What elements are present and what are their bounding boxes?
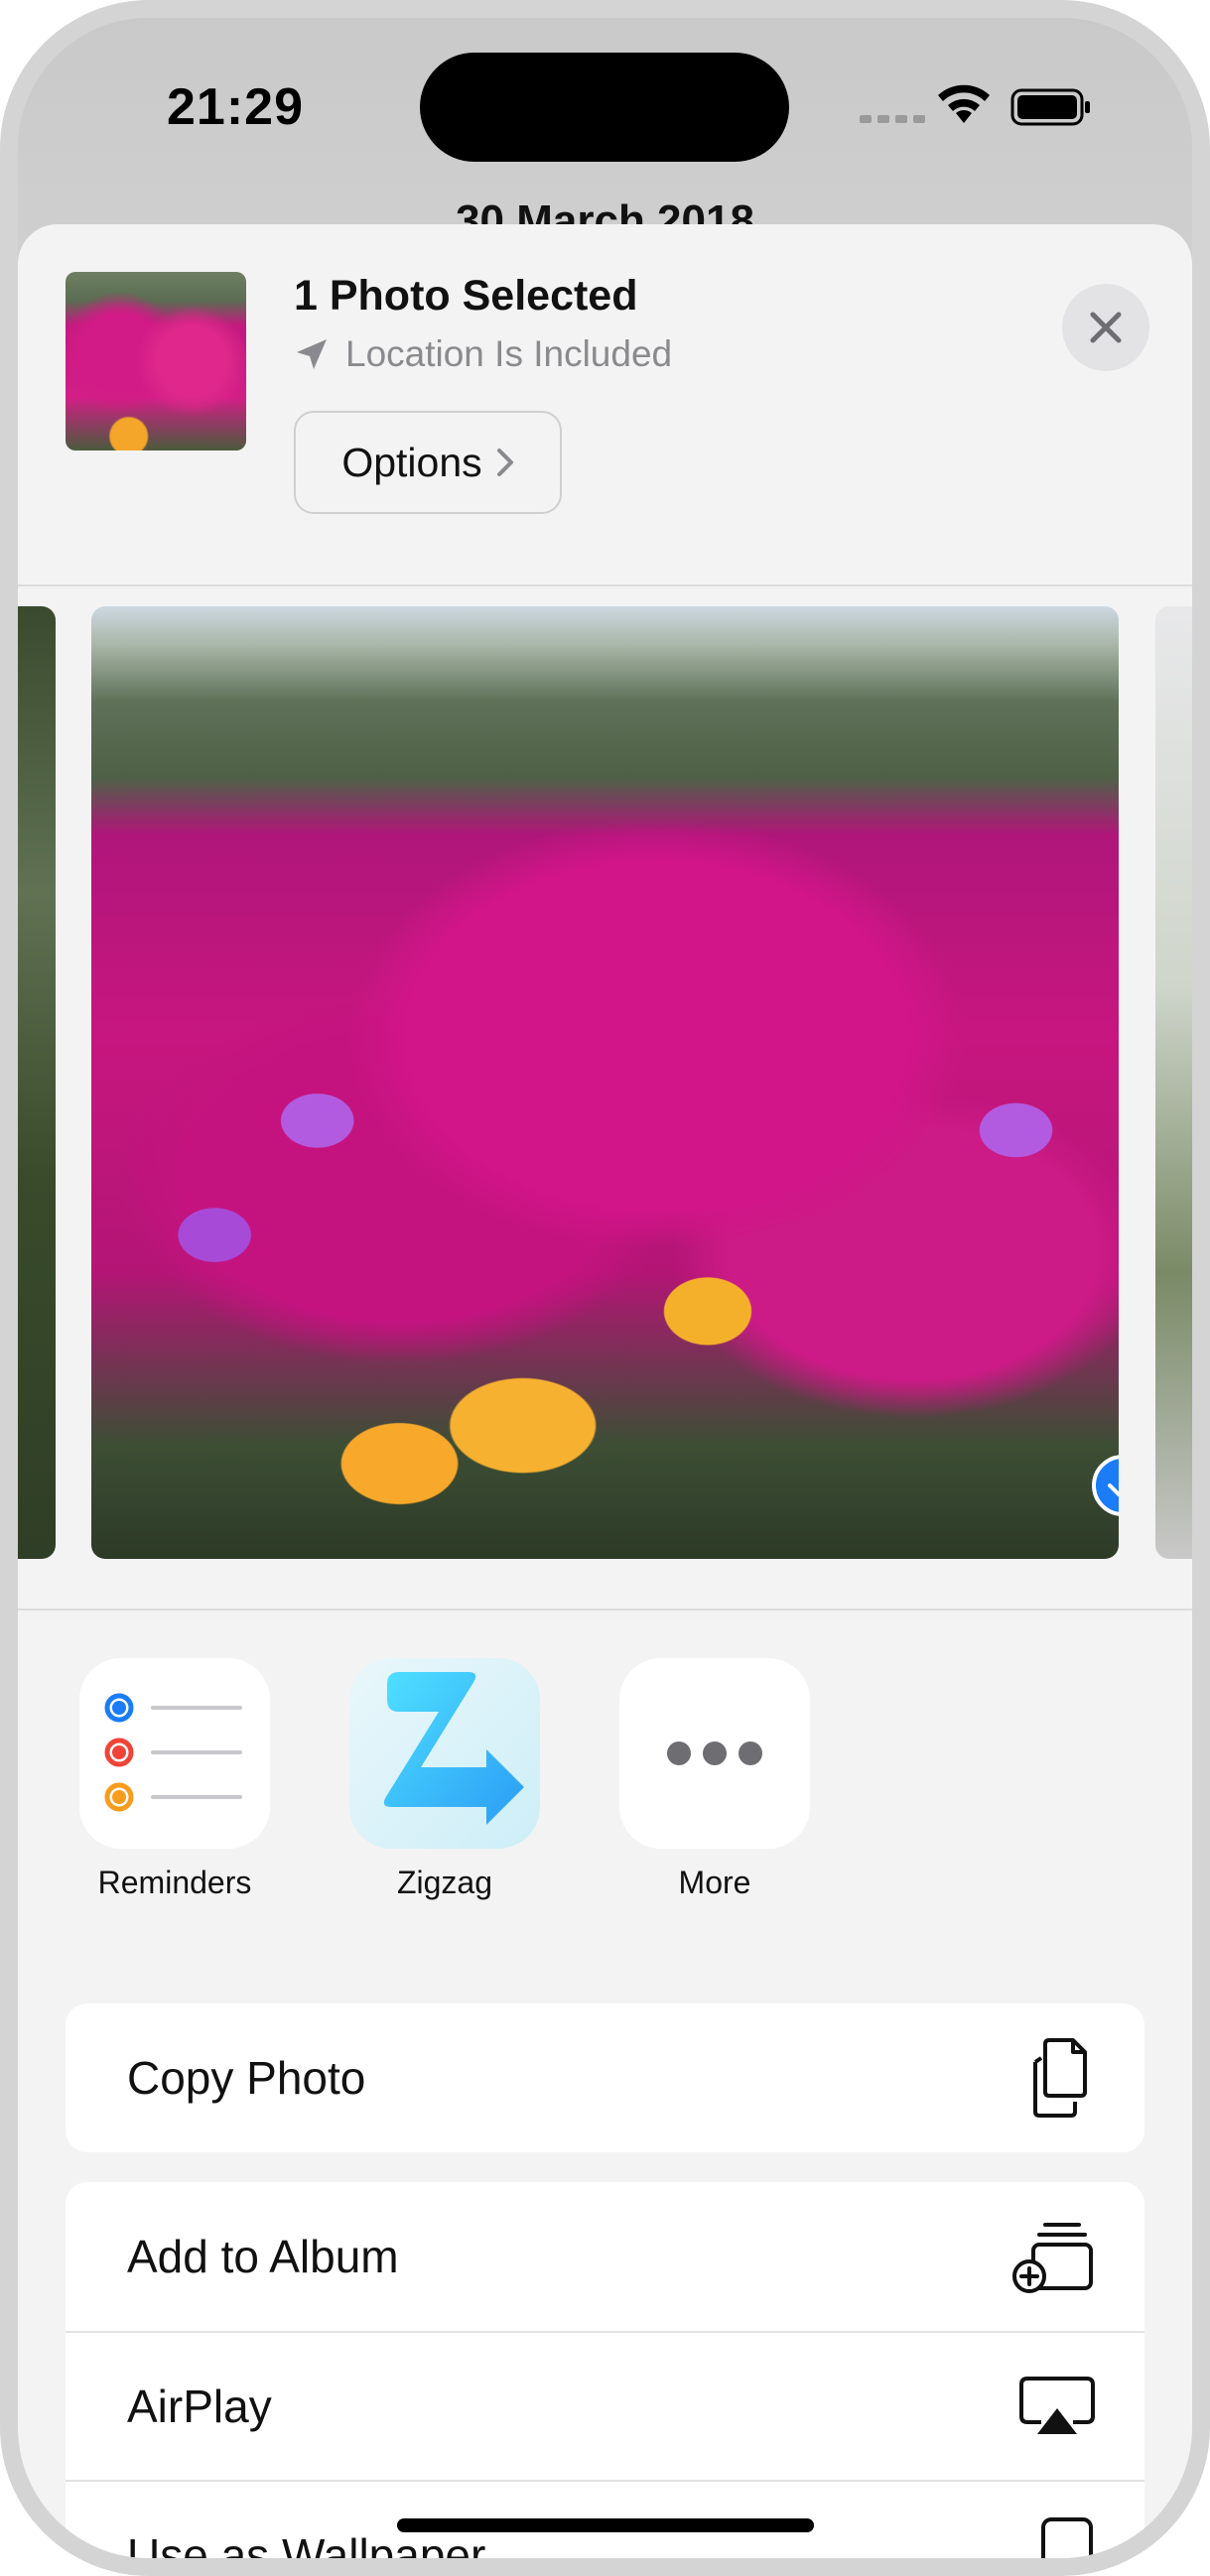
close-icon [1090,312,1122,343]
location-included-text: Location Is Included [345,333,673,374]
options-label: Options [341,439,482,485]
header-divider [18,584,1192,586]
app-reminders[interactable]: Reminders [66,1658,284,1901]
location-arrow-icon [297,339,327,369]
next-photo[interactable] [1155,606,1192,1559]
home-indicator[interactable] [397,2518,814,2532]
chevron-right-icon [496,449,513,476]
reminders-icon[interactable] [79,1658,270,1849]
dynamic-island [420,53,789,162]
selected-photo-thumbnail [66,272,246,451]
action-label: Copy Photo [127,2052,366,2104]
screen: 21:29 30 March 2018 1 Photo Selected Loc… [18,18,1192,2558]
app-label: Zigzag [396,1865,493,1900]
action-group-copy: Copy Photo [66,2003,1144,2152]
app-row: Reminders Zigzag More [18,1658,1192,1916]
action-label: Use as Wallpaper [127,2529,486,2558]
action-group-main: Add to Album AirPlay Use as Wallpaper [66,2182,1144,2558]
copy-document-icon [1033,2038,1087,2118]
close-button[interactable] [1062,284,1149,371]
wifi-icon [938,84,990,123]
cellular-signal-icon [860,115,925,123]
airplay-icon [1019,2377,1095,2434]
add-to-album-action[interactable]: Add to Album [66,2182,1144,2331]
phone-frame: 21:29 30 March 2018 1 Photo Selected Loc… [0,0,1210,2576]
selected-checkmark-icon[interactable] [1092,1455,1119,1516]
wallpaper-icon [1041,2517,1093,2558]
add-to-album-icon [1012,2223,1093,2293]
app-label: Reminders [97,1865,252,1900]
app-more[interactable]: More [605,1658,824,1901]
options-button[interactable]: Options [294,411,562,514]
more-ellipsis-icon[interactable] [619,1658,810,1849]
status-bar: 21:29 [18,18,1192,216]
selected-photo-preview[interactable] [91,606,1119,1559]
selection-title: 1 Photo Selected [294,272,638,320]
carousel-divider [18,1609,1192,1610]
share-sheet: 1 Photo Selected Location Is Included Op… [18,224,1192,2558]
app-zigzag[interactable]: Zigzag [336,1658,554,1901]
action-label: Add to Album [127,2231,399,2282]
photo-carousel[interactable] [18,606,1192,1559]
app-label: More [678,1865,751,1900]
zigzag-app-icon[interactable] [349,1658,540,1849]
status-time: 21:29 [167,78,304,136]
action-label: AirPlay [127,2381,272,2432]
location-info: Location Is Included [294,333,672,375]
airplay-action[interactable]: AirPlay [66,2331,1144,2480]
battery-icon [1010,88,1090,126]
previous-photo[interactable] [18,606,56,1559]
share-sheet-header: 1 Photo Selected Location Is Included Op… [18,224,1192,586]
copy-photo-action[interactable]: Copy Photo [66,2003,1144,2152]
